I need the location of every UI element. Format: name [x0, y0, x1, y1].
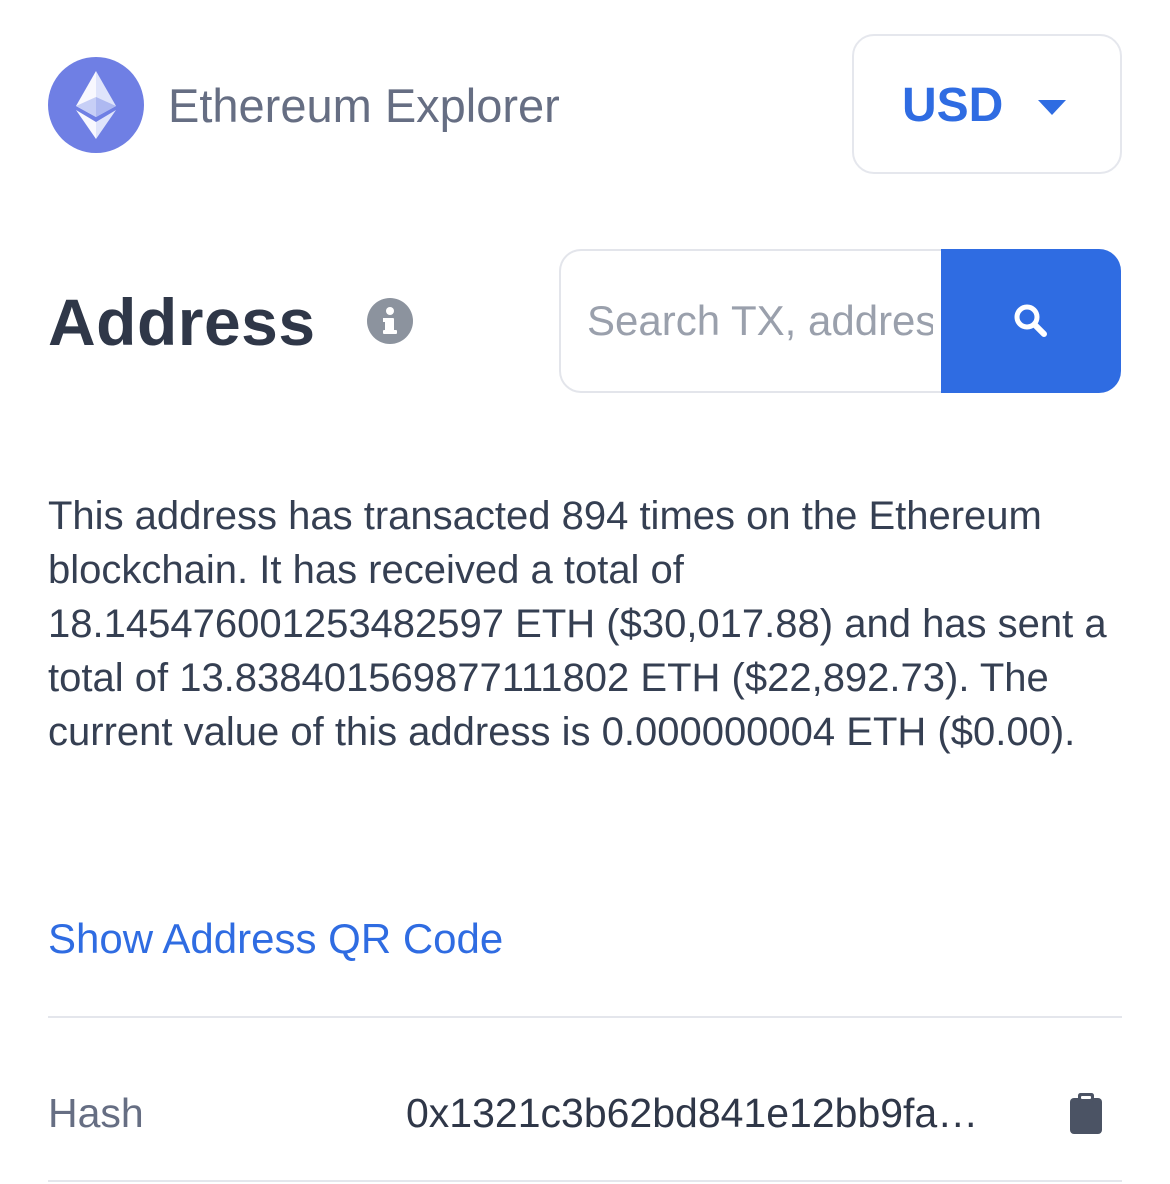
ethereum-logo-icon[interactable]	[48, 57, 144, 153]
show-qr-code-link[interactable]: Show Address QR Code	[48, 912, 503, 966]
caret-down-icon	[1038, 100, 1066, 115]
hash-label: Hash	[48, 1090, 144, 1136]
header: Ethereum Explorer USD	[48, 34, 1122, 176]
ethereum-diamond-icon	[76, 71, 116, 139]
page-title: Address	[48, 285, 316, 359]
search-box	[559, 249, 1123, 393]
search-button[interactable]	[941, 249, 1121, 393]
app-title[interactable]: Ethereum Explorer	[168, 80, 560, 132]
hash-value[interactable]: 0x1321c3b62bd841e12bb9fa…	[406, 1086, 978, 1140]
currency-dropdown[interactable]: USD	[852, 34, 1122, 174]
search-input[interactable]	[559, 249, 959, 393]
divider	[48, 1016, 1122, 1018]
clipboard-icon[interactable]	[1068, 1092, 1104, 1136]
divider	[48, 1180, 1122, 1182]
currency-value: USD	[902, 79, 1004, 132]
address-summary: This address has transacted 894 times on…	[48, 494, 1107, 754]
search-icon	[1014, 304, 1047, 337]
info-icon[interactable]	[367, 298, 413, 344]
